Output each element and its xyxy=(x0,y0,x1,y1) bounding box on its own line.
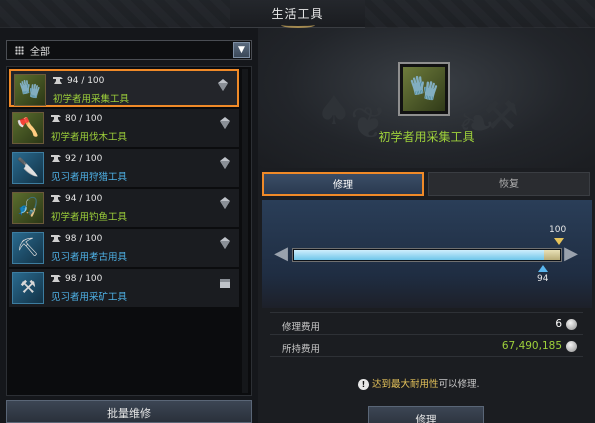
max-durability-label: 100 xyxy=(549,225,567,235)
notice-highlight: 达到最大耐用性 xyxy=(372,379,439,390)
list-item[interactable]: ⛏ 98 / 100 见习者用考古用具 xyxy=(9,229,239,267)
craft-gem-icon xyxy=(220,157,230,169)
durability-text: 92 / 100 xyxy=(65,154,103,164)
durability-text: 98 / 100 xyxy=(65,274,103,284)
shovel-icon: ⛏ xyxy=(12,232,44,264)
durability-text: 94 / 100 xyxy=(67,76,105,86)
list-scrollbar[interactable] xyxy=(242,69,248,393)
durability-text: 94 / 100 xyxy=(65,194,103,204)
divider xyxy=(270,312,583,313)
craft-gem-icon xyxy=(218,79,228,91)
tool-name: 初学者用采集工具 xyxy=(53,94,130,105)
repair-notice: ! 达到最大耐用性可以修理. xyxy=(358,376,480,390)
gather-gloves-icon: 🧤 xyxy=(14,74,46,106)
list-item[interactable]: 🪓 80 / 100 初学者用伐木工具 xyxy=(9,109,239,147)
window-title: 生活工具 xyxy=(271,7,324,21)
anvil-icon xyxy=(51,195,61,202)
anvil-icon xyxy=(51,235,61,242)
bulk-repair-button[interactable]: 批量维修 xyxy=(6,400,252,423)
info-icon: ! xyxy=(358,379,369,390)
anvil-icon xyxy=(53,77,63,84)
pickaxe-icon: ⚒ xyxy=(12,272,44,304)
axe-icon: 🪓 xyxy=(12,112,44,144)
window-titlebar: 生活工具 xyxy=(0,0,595,28)
max-marker-icon xyxy=(554,238,564,245)
durability-text: 98 / 100 xyxy=(65,234,103,244)
current-marker-icon xyxy=(538,265,548,272)
anvil-icon xyxy=(51,155,61,162)
tool-list: 🧤 94 / 100 初学者用采集工具 🪓 80 / 100 初学者用伐木工具 … xyxy=(6,66,252,396)
silver-coin-icon xyxy=(566,341,577,352)
durability-text: 80 / 100 xyxy=(65,114,103,124)
grid-icon xyxy=(15,45,24,55)
repair-cost-value: 6 xyxy=(555,318,562,330)
list-item[interactable]: ⚒ 98 / 100 见习者用采矿工具 xyxy=(9,269,239,307)
silver-coin-icon xyxy=(566,319,577,330)
tab-repair[interactable]: 修理 xyxy=(262,172,424,196)
tool-name: 初学者用钓鱼工具 xyxy=(51,212,128,223)
durability-missing xyxy=(544,250,560,260)
chevron-down-icon[interactable]: ▼ xyxy=(233,42,250,58)
durability-fill xyxy=(294,250,544,260)
fishing-rod-icon: 🎣 xyxy=(12,192,44,224)
craft-gem-icon xyxy=(220,117,230,129)
owned-funds-row: 所持费用 67,490,185 xyxy=(282,339,578,355)
divider xyxy=(270,356,583,357)
filter-selected-label: 全部 xyxy=(30,46,50,58)
tool-detail-panel: ♠ ⚒ ❦ ❧ 🧤 初学者用采集工具 修理 恢复 ◀ ▶ 100 94 修理费用… xyxy=(258,28,595,423)
anvil-icon xyxy=(51,275,61,282)
bar-end-left-icon: ◀ xyxy=(274,243,288,264)
owned-funds-value: 67,490,185 xyxy=(501,340,562,352)
divider xyxy=(270,334,583,335)
anvil-icon xyxy=(51,115,61,122)
owned-funds-label: 所持费用 xyxy=(282,344,321,355)
craft-gem-icon xyxy=(220,197,230,209)
durability-bar xyxy=(292,248,562,262)
list-item[interactable]: 🔪 92 / 100 见习者用狩猎工具 xyxy=(9,149,239,187)
tab-restore[interactable]: 恢复 xyxy=(428,172,590,196)
current-durability-label: 94 xyxy=(537,274,549,284)
tool-name: 见习者用狩猎工具 xyxy=(51,172,128,183)
list-item[interactable]: 🎣 94 / 100 初学者用钓鱼工具 xyxy=(9,189,239,227)
selected-tool-icon: 🧤 xyxy=(398,62,450,116)
list-item[interactable]: 🧤 94 / 100 初学者用采集工具 xyxy=(9,69,239,107)
category-filter-dropdown[interactable]: 全部 ▼ xyxy=(6,40,252,60)
craft-gem-icon xyxy=(220,237,230,249)
detail-tabs: 修理 恢复 xyxy=(262,172,592,196)
tool-name: 初学者用伐木工具 xyxy=(51,132,128,143)
repair-button[interactable]: 修理 xyxy=(368,406,484,423)
repair-cost-row: 修理费用 6 xyxy=(282,317,578,333)
bar-end-right-icon: ▶ xyxy=(564,243,578,264)
tool-name: 见习者用采矿工具 xyxy=(51,292,128,303)
tool-name: 见习者用考古用具 xyxy=(51,252,128,263)
hunting-knife-icon: 🔪 xyxy=(12,152,44,184)
notice-text: 可以修理. xyxy=(438,379,480,390)
gather-gloves-icon: 🧤 xyxy=(403,67,445,111)
repair-cost-label: 修理费用 xyxy=(282,322,321,333)
box-icon xyxy=(220,279,230,288)
selected-tool-name: 初学者用采集工具 xyxy=(378,130,475,144)
durability-panel: ◀ ▶ 100 94 xyxy=(262,200,592,308)
